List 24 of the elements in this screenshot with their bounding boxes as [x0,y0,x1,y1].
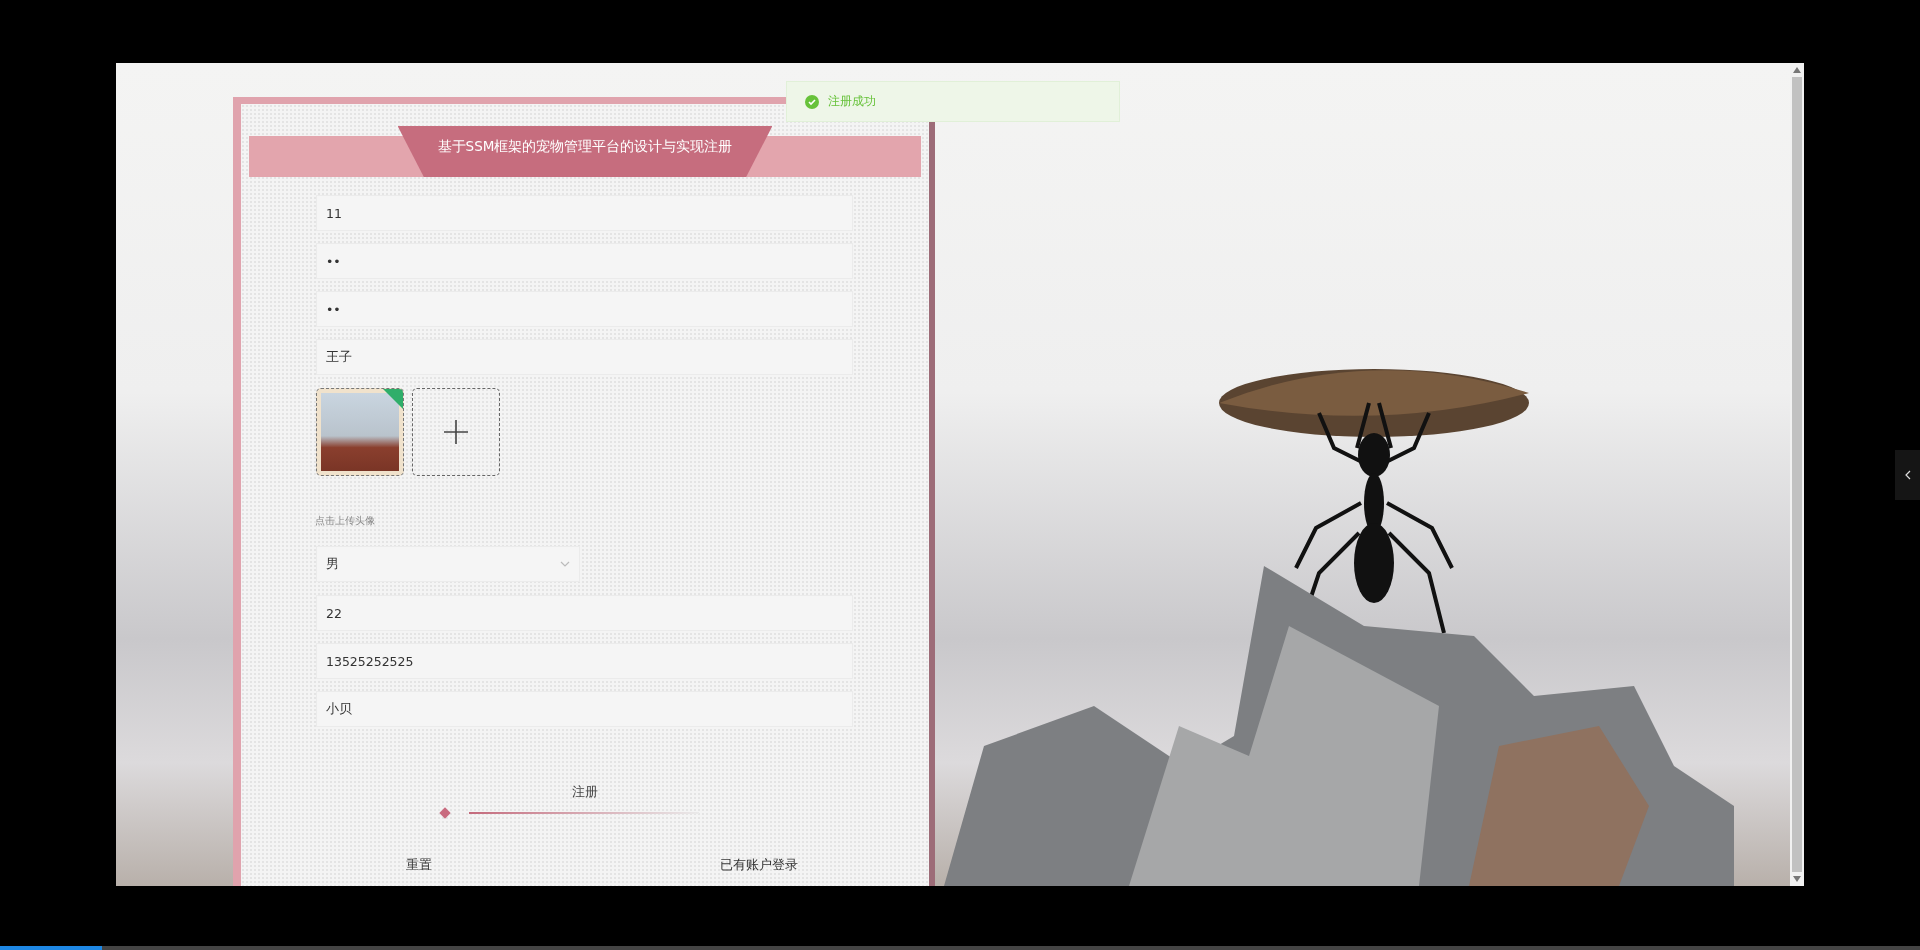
page-title: 基于SSM框架的宠物管理平台的设计与实现注册 [397,126,773,177]
scroll-up-icon [1793,67,1801,73]
chevron-left-icon [1904,470,1911,480]
scroll-down-icon [1793,876,1801,882]
gender-select[interactable]: 男 [316,546,580,582]
check-circle-icon [805,94,819,109]
input-field[interactable]: 王子 [316,339,853,375]
reset-button[interactable]: 重置 [406,855,432,876]
input-field[interactable]: •• [316,291,853,327]
scrollbar[interactable] [1790,63,1804,886]
chevron-down-icon [560,561,570,567]
upload-hint: 点击上传头像 [315,514,376,528]
input-field[interactable]: 22 [316,595,853,631]
input-field[interactable]: 小贝 [316,691,853,727]
toast-message: 注册成功 [828,93,876,110]
add-image-button[interactable] [412,388,500,476]
input-field[interactable]: 13525252525 [316,643,853,679]
input-field[interactable]: •• [316,243,853,279]
side-panel-tab[interactable] [1895,450,1920,500]
video-progress-bar[interactable] [0,946,1920,950]
input-field[interactable]: 11 [316,195,853,231]
plus-icon [443,419,469,445]
register-button[interactable]: 注册 [567,781,602,803]
login-link[interactable]: 已有账户登录 [720,855,798,876]
